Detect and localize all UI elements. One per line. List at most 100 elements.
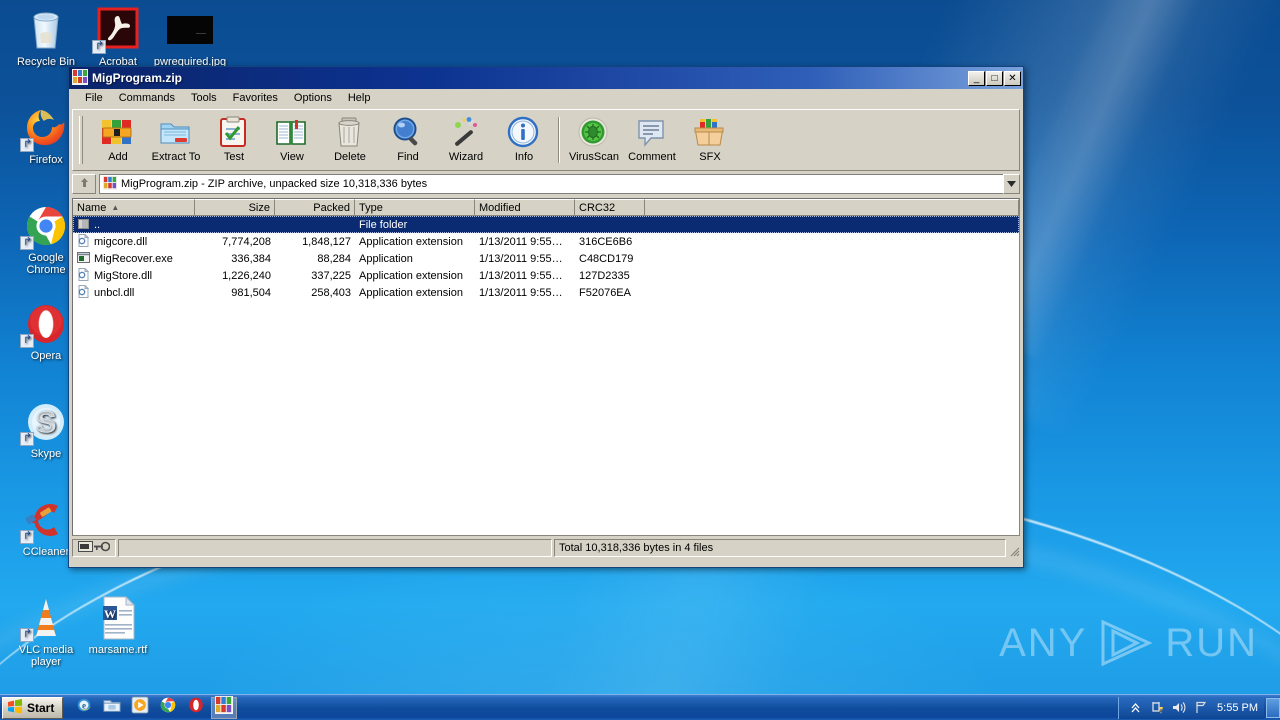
column-header-type[interactable]: Type [355,199,475,216]
taskbar-winrar-button[interactable] [211,696,238,719]
application-icon [77,251,90,267]
comment-bubble-icon [635,116,669,150]
taskbar-windows-explorer-button[interactable] [99,697,125,719]
file-packed: 88,284 [317,252,351,265]
quick-launch[interactable]: e [71,696,238,719]
address-bar[interactable]: MigProgram.zip - ZIP archive, unpacked s… [99,174,1003,194]
file-crc32: F52076EA [579,286,631,299]
toolbar-buttons: Add Extract To Test View Delete Find Wiz… [89,112,739,168]
toolbar-button-delete[interactable]: Delete [321,112,379,168]
desktop-icon-recycle-bin[interactable]: Recycle Bin [8,6,84,68]
column-header-crc32[interactable]: CRC32 [575,199,645,216]
column-header-label: Packed [313,201,350,214]
desktop-icon-acrobat[interactable]: Acrobat [80,6,156,68]
taskbar-internet-explorer-button[interactable]: e [71,697,97,719]
toolbar-button-test[interactable]: Test [205,112,263,168]
toolbar-button-view[interactable]: View [263,112,321,168]
statusbar-icons[interactable] [72,539,116,557]
menu-favorites[interactable]: Favorites [225,91,286,105]
file-row[interactable]: .. File folder [73,216,1019,233]
taskbar-opera-button[interactable] [183,697,209,719]
pwrequired-jpg-icon [152,6,228,54]
windows-explorer-icon [103,696,121,719]
toolbar-button-label: Test [223,151,245,163]
file-packed: 258,403 [311,286,351,299]
menu-options[interactable]: Options [286,91,340,105]
desktop-icon-vlc-media-player[interactable]: VLC media player [8,594,84,668]
drive-icon [77,541,93,555]
menubar[interactable]: File Commands Tools Favorites Options Help [69,89,1023,107]
menu-help[interactable]: Help [340,91,379,105]
toolbar-button-comment[interactable]: Comment [623,112,681,168]
file-list[interactable]: Name ▲ Size Packed Type Modified CRC32 .. File… [72,198,1020,536]
toolbar-button-add[interactable]: Add [89,112,147,168]
recycle-bin-icon [8,6,84,54]
column-header-size[interactable]: Size [195,199,275,216]
column-header-name[interactable]: Name ▲ [73,199,195,216]
toolbar-button-label: SFX [699,151,721,163]
action-center-icon[interactable] [1149,700,1165,716]
column-header-modified[interactable]: Modified [475,199,575,216]
toolbar[interactable]: Add Extract To Test View Delete Find Wiz… [72,109,1020,171]
toolbar-button-info[interactable]: Info [495,112,553,168]
taskbar-clock[interactable]: 5:55 PM [1215,702,1260,714]
address-row[interactable]: MigProgram.zip - ZIP archive, unpacked s… [72,173,1020,195]
dll-file-icon [77,284,90,301]
resize-grip[interactable] [1006,539,1020,557]
toolbar-button-extract-to[interactable]: Extract To [147,112,205,168]
file-name: migcore.dll [94,235,148,248]
minimize-button[interactable]: _ [968,70,985,86]
winrar-window[interactable]: MigProgram.zip _ □ ✕ File Commands Tools Fa… [68,66,1024,568]
anyrun-play-logo-icon [1097,618,1155,668]
taskbar[interactable]: Start e 5:55 PM [0,694,1280,720]
system-tray[interactable]: 5:55 PM [1118,696,1264,719]
close-button[interactable]: ✕ [1004,70,1021,86]
address-dropdown-button[interactable] [1003,174,1020,194]
file-row[interactable]: MigRecover.exe 336,384 88,284 Application 1… [73,250,1019,267]
menu-tools[interactable]: Tools [183,91,225,105]
toolbar-grip[interactable] [79,116,83,164]
magic-wand-icon [449,116,483,150]
toolbar-button-wizard[interactable]: Wizard [437,112,495,168]
taskbar-chrome-button[interactable] [155,697,181,719]
go-up-button[interactable] [72,174,96,194]
file-row[interactable]: unbcl.dll 981,504 258,403 Application exte… [73,284,1019,301]
media-player-icon [131,696,149,719]
virus-shield-icon [577,116,611,150]
file-row[interactable]: migcore.dll 7,774,208 1,848,127 Applicatio… [73,233,1019,250]
marsame-rtf-icon: W [80,594,156,642]
volume-icon[interactable] [1171,700,1187,716]
maximize-button[interactable]: □ [986,70,1003,86]
open-book-icon [275,116,309,150]
file-name: .. [94,218,101,231]
sort-ascending-icon: ▲ [111,203,120,212]
toolbar-button-find[interactable]: Find [379,112,437,168]
toolbar-button-label: Find [397,151,419,163]
start-button[interactable]: Start [2,696,64,719]
vlc-media-player-icon [8,594,84,642]
taskbar-media-player-button[interactable] [127,696,153,719]
show-hidden-icons-icon[interactable] [1127,700,1143,716]
desktop-icon-marsame-rtf[interactable]: W marsame.rtf [80,594,156,656]
clipboard-check-icon [217,116,251,150]
sfx-box-icon [693,116,727,150]
toolbar-button-virusscan[interactable]: VirusScan [565,112,623,168]
show-desktop-button[interactable] [1266,697,1280,718]
column-headers[interactable]: Name ▲ Size Packed Type Modified CRC32 [73,199,1019,216]
window-titlebar[interactable]: MigProgram.zip _ □ ✕ [69,67,1023,89]
file-packed: 1,848,127 [302,235,351,248]
toolbar-button-label: Add [108,151,128,163]
toolbar-separator [558,117,560,163]
chrome-icon [159,696,177,719]
desktop[interactable]: Recycle Bin Acrobat pwrequired.jpg Firef… [0,0,1280,720]
file-row[interactable]: MigStore.dll 1,226,240 337,225 Application… [73,267,1019,284]
file-rows[interactable]: .. File folder migcore.dll 7,774,208 1,84… [73,216,1019,535]
menu-commands[interactable]: Commands [111,91,183,105]
file-modified: 1/13/2011 9:55… [479,286,563,299]
toolbar-button-sfx[interactable]: SFX [681,112,739,168]
menu-file[interactable]: File [77,91,111,105]
desktop-icon-pwrequired-jpg[interactable]: pwrequired.jpg [152,6,228,68]
column-header-packed[interactable]: Packed [275,199,355,216]
column-header-label: Size [248,201,270,214]
network-icon[interactable] [1193,700,1209,716]
